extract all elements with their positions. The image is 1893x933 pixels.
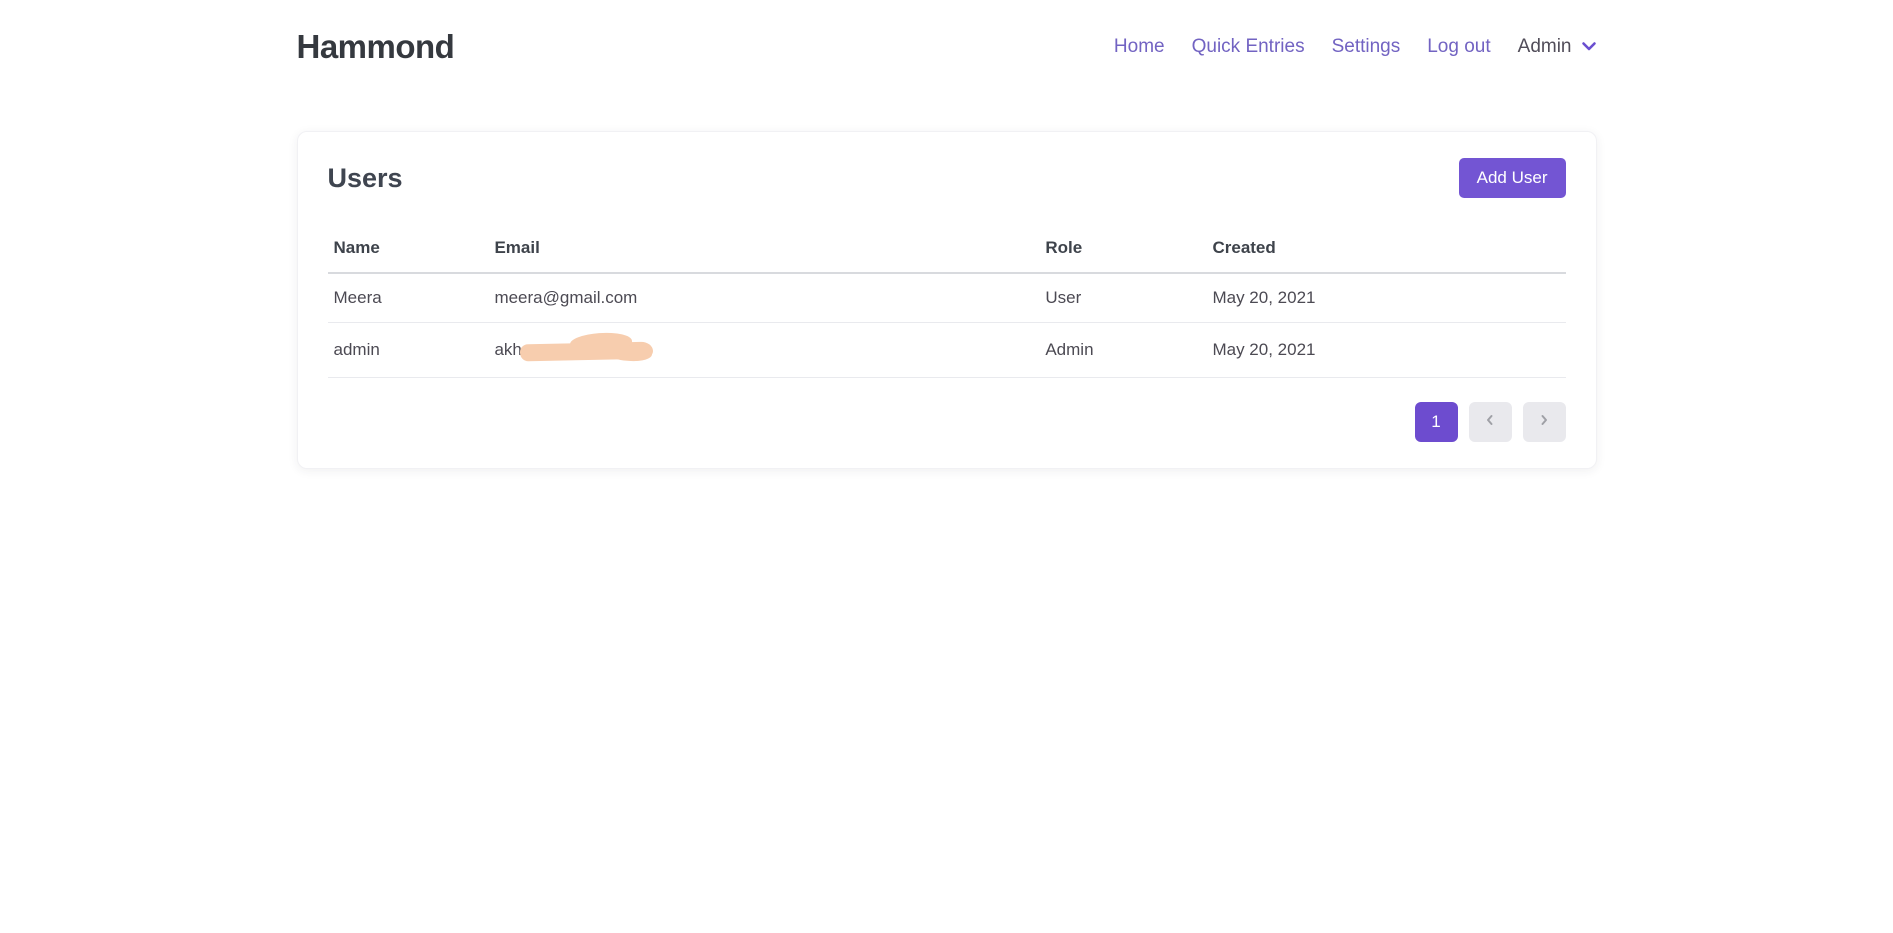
column-header-created: Created	[1206, 228, 1565, 273]
users-card: Users Add User Name Email Role Created M…	[297, 131, 1597, 469]
chevron-down-icon	[1581, 40, 1597, 58]
cell-name: admin	[328, 323, 489, 378]
nav-link-settings[interactable]: Settings	[1332, 36, 1401, 58]
nav-link-logout[interactable]: Log out	[1427, 36, 1490, 58]
cell-email: meera@gmail.com	[488, 273, 1039, 323]
page-title: Users	[328, 163, 403, 194]
chevron-right-icon	[1537, 412, 1551, 432]
table-header-row: Name Email Role Created	[328, 228, 1566, 273]
cell-created: May 20, 2021	[1206, 323, 1565, 378]
top-navigation-bar: Hammond Home Quick Entries Settings Log …	[0, 0, 1893, 76]
main-content: Users Add User Name Email Role Created M…	[297, 131, 1597, 469]
user-menu-admin[interactable]: Admin	[1518, 36, 1597, 58]
nav-link-quick-entries[interactable]: Quick Entries	[1192, 36, 1305, 58]
table-row: Meera meera@gmail.com User May 20, 2021	[328, 273, 1566, 323]
pagination-next-button[interactable]	[1523, 402, 1566, 442]
nav-link-home[interactable]: Home	[1114, 36, 1165, 58]
main-nav: Home Quick Entries Settings Log out Admi…	[1114, 36, 1597, 58]
users-card-header: Users Add User	[328, 158, 1566, 198]
pagination-prev-button[interactable]	[1469, 402, 1512, 442]
cell-name: Meera	[328, 273, 489, 323]
table-row: admin akh Admin May 20, 2021	[328, 323, 1566, 378]
user-menu-label: Admin	[1518, 36, 1572, 58]
cell-email-visible-text: akh	[494, 340, 521, 360]
cell-created: May 20, 2021	[1206, 273, 1565, 323]
cell-role: Admin	[1039, 323, 1206, 378]
column-header-email: Email	[488, 228, 1039, 273]
add-user-button[interactable]: Add User	[1459, 158, 1566, 198]
cell-email: akh	[488, 323, 1039, 378]
users-table: Name Email Role Created Meera meera@gmai…	[328, 228, 1566, 378]
redaction-scribble	[520, 333, 653, 363]
column-header-role: Role	[1039, 228, 1206, 273]
cell-role: User	[1039, 273, 1206, 323]
column-header-name: Name	[328, 228, 489, 273]
pagination: 1	[328, 402, 1566, 442]
chevron-left-icon	[1483, 412, 1497, 432]
pagination-page-1-button[interactable]: 1	[1415, 402, 1458, 442]
brand-logo[interactable]: Hammond	[297, 28, 455, 66]
